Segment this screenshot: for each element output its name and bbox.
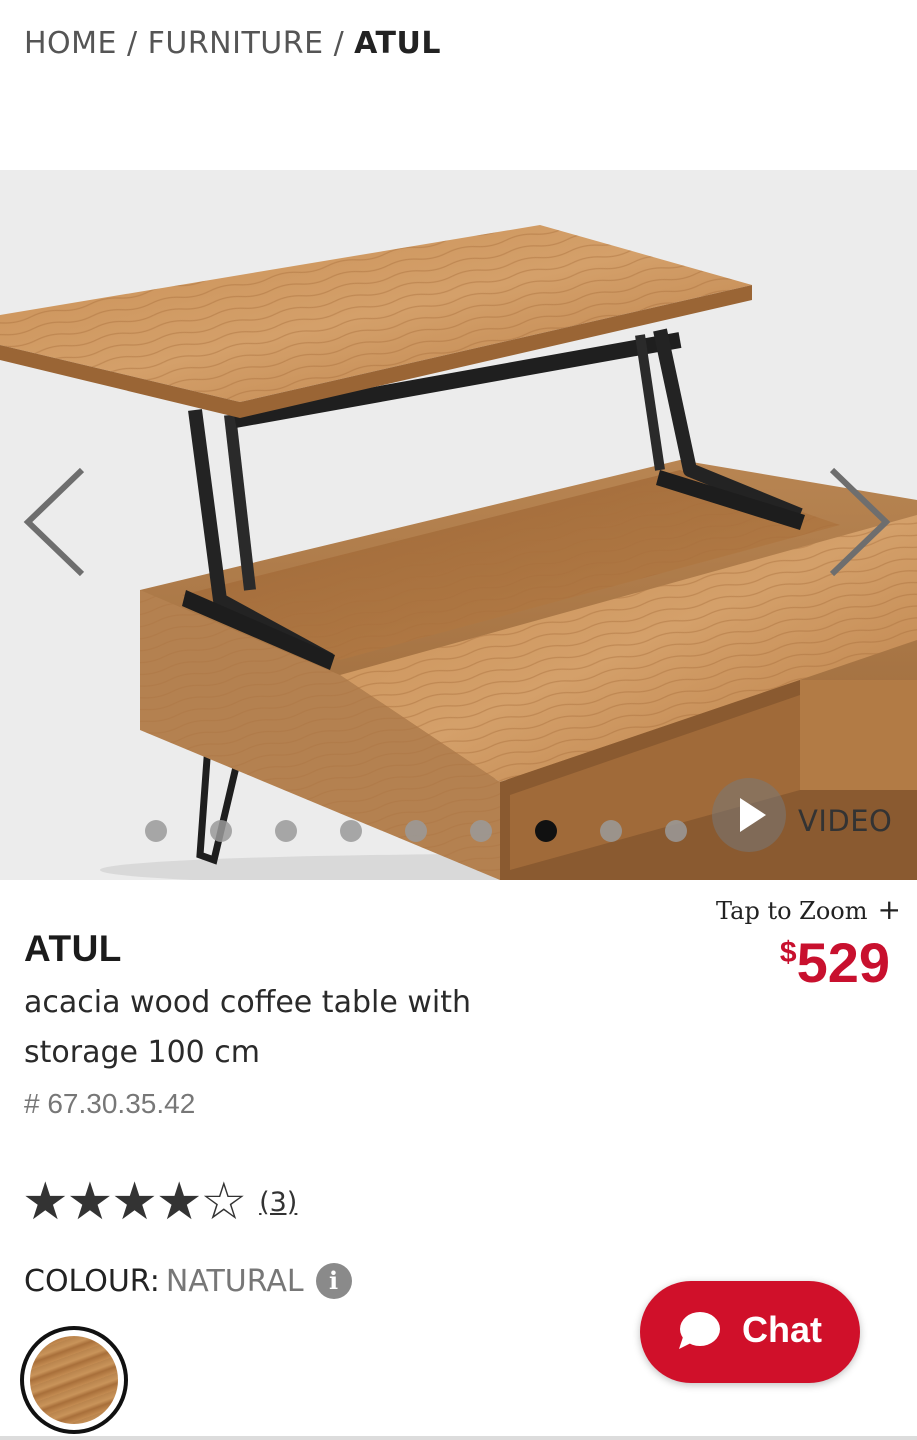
product-image[interactable] [0, 170, 917, 880]
zoom-label: Tap to Zoom [716, 897, 868, 925]
chat-label: Chat [742, 1309, 822, 1350]
divider [0, 1436, 917, 1440]
breadcrumb-separator: / [333, 26, 345, 61]
plus-icon: + [877, 893, 901, 926]
chat-button[interactable]: Chat [640, 1281, 860, 1383]
tap-to-zoom-link[interactable]: Tap to Zoom + [716, 893, 901, 926]
breadcrumb-home-link[interactable]: HOME [24, 26, 117, 61]
gallery-dot[interactable] [470, 820, 492, 842]
colour-value: NATURAL [165, 1263, 304, 1299]
product-price: $529 [780, 930, 890, 995]
video-button[interactable]: VIDEO [712, 778, 902, 858]
gallery-dot[interactable] [665, 820, 687, 842]
breadcrumb-current: ATUL [354, 26, 442, 61]
product-description: acacia wood coffee table with storage 10… [24, 985, 471, 1070]
breadcrumb-separator: / [127, 26, 138, 61]
gallery-dot[interactable] [145, 820, 167, 842]
wood-swatch-image [30, 1336, 118, 1424]
review-count-link[interactable]: (3) [259, 1187, 297, 1218]
gallery-dot[interactable] [405, 820, 427, 842]
chevron-left-icon [23, 467, 85, 577]
colour-swatch-natural[interactable] [20, 1326, 128, 1434]
next-image-button[interactable] [820, 460, 900, 590]
chevron-right-icon [829, 467, 891, 577]
colour-label: COLOUR: [24, 1263, 160, 1299]
info-icon[interactable]: i [315, 1263, 352, 1299]
gallery-dot[interactable] [275, 820, 297, 842]
video-label: VIDEO [798, 804, 893, 838]
product-rating: ★★★★☆ (3) [22, 1172, 297, 1232]
chat-bubble-icon [679, 1312, 720, 1349]
play-icon [712, 778, 786, 852]
product-name: ATUL [24, 928, 122, 969]
gallery-pagination [145, 818, 730, 844]
gallery-dot[interactable] [210, 820, 232, 842]
previous-image-button[interactable] [14, 460, 94, 590]
breadcrumb-furniture-link[interactable]: FURNITURE [148, 26, 324, 61]
currency-symbol: $ [779, 936, 797, 969]
gallery-dot[interactable] [340, 820, 362, 842]
product-sku: # 67.30.35.42 [24, 1088, 196, 1119]
price-amount: 529 [796, 931, 890, 994]
gallery-dot-active[interactable] [535, 820, 557, 842]
gallery-dot[interactable] [600, 820, 622, 842]
star-rating-icon: ★★★★☆ [22, 1172, 247, 1232]
breadcrumb: HOME / FURNITURE / ATUL [24, 26, 441, 61]
colour-selector-label: COLOUR: NATURAL i [24, 1263, 352, 1299]
product-image-gallery[interactable]: VIDEO [0, 170, 917, 880]
